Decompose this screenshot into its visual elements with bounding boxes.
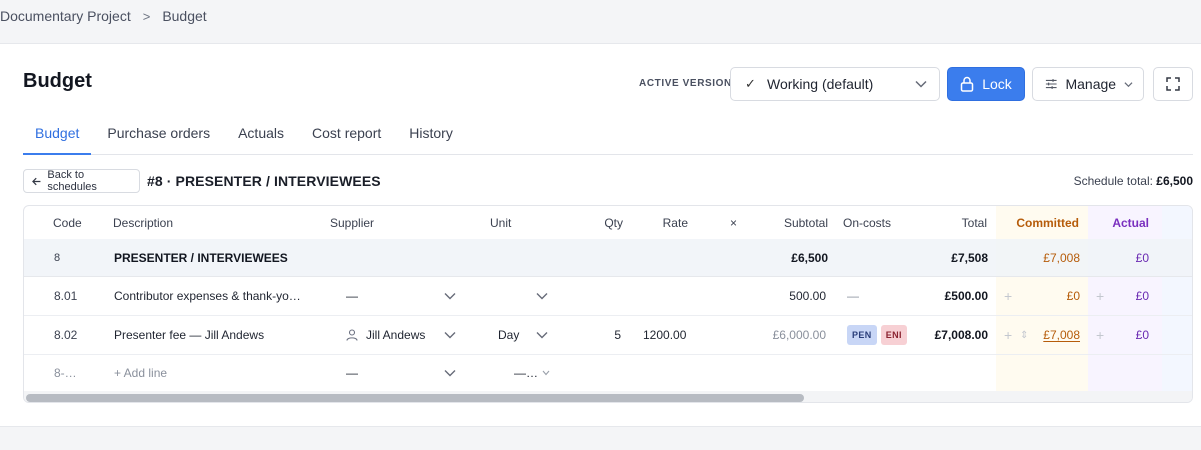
breadcrumb: Documentary Project > Budget	[0, 6, 207, 26]
row-actual: £0	[1135, 289, 1149, 303]
manage-button[interactable]: Manage	[1032, 67, 1144, 101]
tab-actuals[interactable]: Actuals	[226, 116, 296, 155]
row-code: 8.01	[54, 289, 78, 303]
lock-button[interactable]: Lock	[947, 67, 1025, 101]
row-code: 8.02	[54, 328, 78, 342]
col-header-actual[interactable]: Actual	[1088, 206, 1149, 239]
back-to-schedules-button[interactable]: Back to schedules	[23, 169, 140, 193]
scrollbar-thumb[interactable]	[26, 394, 804, 402]
add-line-code: 8-…	[54, 366, 77, 380]
chevron-down-icon[interactable]	[536, 277, 548, 315]
group-code: 8	[54, 251, 61, 264]
schedule-total-value: £6,500	[1156, 174, 1193, 188]
table-header: Code Description Supplier Unit Qty Rate …	[24, 206, 1192, 239]
schedule-total-label: Schedule total:	[1073, 174, 1153, 188]
tab-purchase-orders[interactable]: Purchase orders	[95, 116, 222, 155]
add-line-row[interactable]: 8-… + Add line — —…	[24, 355, 1192, 391]
col-header-unit[interactable]: Unit	[490, 206, 511, 239]
fullscreen-button[interactable]	[1153, 67, 1193, 101]
add-line-supplier[interactable]: —	[346, 355, 358, 391]
col-header-rate[interactable]: Rate	[644, 206, 688, 239]
budget-panel: Budget ACTIVE VERSION ✓ Working (default…	[0, 43, 1201, 427]
tab-cost-report[interactable]: Cost report	[300, 116, 393, 155]
col-header-oncosts[interactable]: On-costs	[843, 206, 891, 239]
col-header-total[interactable]: Total	[914, 206, 987, 239]
row-description[interactable]: Contributor expenses & thank-yo…	[114, 277, 314, 315]
arrow-left-icon	[32, 177, 41, 185]
active-version-caption: ACTIVE VERSION	[639, 78, 732, 89]
row-oncosts: —	[847, 289, 859, 303]
row-actual: £0	[1135, 328, 1149, 342]
chevron-down-icon	[915, 80, 927, 88]
chevron-down-icon[interactable]	[444, 277, 456, 315]
group-row[interactable]: 8 PRESENTER / INTERVIEWEES £6,500 £7,508…	[24, 239, 1192, 277]
group-description: PRESENTER / INTERVIEWEES	[114, 250, 288, 265]
add-line-unit[interactable]: —…	[514, 355, 538, 391]
chevron-right-icon: >	[142, 8, 151, 24]
chevron-down-icon[interactable]	[536, 316, 548, 354]
tab-history[interactable]: History	[397, 116, 465, 155]
row-qty[interactable]: 5	[584, 316, 621, 354]
group-committed: £7,008	[1043, 250, 1080, 265]
schedule-total: Schedule total: £6,500	[1074, 174, 1193, 188]
budget-table: Code Description Supplier Unit Qty Rate …	[23, 205, 1193, 403]
check-icon: ✓	[745, 76, 756, 91]
row-rate[interactable]: 1200.00	[643, 316, 686, 354]
row-committed: £0	[1066, 289, 1080, 303]
group-subtotal: £6,500	[791, 250, 828, 265]
table-row[interactable]: 8.02 Presenter fee — Jill Andews Jill An…	[24, 316, 1192, 355]
row-committed-value[interactable]: £7,008	[1043, 328, 1080, 342]
col-header-committed[interactable]: Committed	[996, 206, 1079, 239]
row-unit[interactable]: Day	[498, 316, 519, 354]
breadcrumb-project[interactable]: Documentary Project	[0, 8, 131, 24]
horizontal-scrollbar[interactable]	[24, 391, 1192, 402]
row-supplier[interactable]: Jill Andews	[366, 316, 425, 354]
fullscreen-icon	[1166, 77, 1180, 91]
tag-eni[interactable]: ENI	[880, 325, 907, 345]
tag-pen[interactable]: PEN	[847, 325, 877, 345]
row-committed[interactable]: £7,008	[996, 316, 1080, 354]
col-header-times: ×	[730, 215, 738, 230]
page-title: Budget	[23, 70, 92, 92]
oncost-tags: PEN ENI	[847, 316, 907, 354]
breadcrumb-current: Budget	[162, 8, 207, 24]
lock-icon	[960, 76, 974, 92]
col-header-supplier[interactable]: Supplier	[330, 206, 374, 239]
add-line-button[interactable]: + Add line	[114, 355, 167, 391]
row-supplier[interactable]: —	[346, 277, 358, 315]
row-subtotal: £6,000.00	[772, 328, 826, 342]
tab-budget[interactable]: Budget	[23, 116, 92, 155]
chevron-down-icon	[1124, 81, 1133, 87]
schedule-title: #8 · PRESENTER / INTERVIEWEES	[147, 173, 381, 189]
col-header-description[interactable]: Description	[113, 206, 173, 239]
version-select-value: Working (default)	[767, 76, 874, 92]
version-select[interactable]: ✓ Working (default)	[730, 67, 940, 101]
row-subtotal: 500.00	[789, 289, 826, 303]
group-actual: £0	[1135, 250, 1149, 265]
sliders-icon	[1045, 79, 1057, 89]
person-icon	[346, 316, 358, 354]
manage-button-label: Manage	[1065, 76, 1117, 92]
row-description[interactable]: Presenter fee — Jill Andews	[114, 316, 264, 354]
row-total: £7,008.00	[934, 328, 988, 342]
back-to-schedules-label: Back to schedules	[47, 169, 97, 193]
col-header-code[interactable]: Code	[53, 206, 82, 239]
chevron-down-icon[interactable]	[542, 355, 550, 391]
group-total: £7,508	[951, 250, 988, 265]
lock-button-label: Lock	[982, 76, 1012, 92]
table-row[interactable]: 8.01 Contributor expenses & thank-yo… — …	[24, 277, 1192, 316]
chevron-down-icon[interactable]	[444, 355, 456, 391]
row-total: £500.00	[944, 289, 988, 303]
col-header-subtotal[interactable]: Subtotal	[744, 206, 828, 239]
chevron-down-icon[interactable]	[444, 316, 456, 354]
tab-bar: Budget Purchase orders Actuals Cost repo…	[23, 116, 1193, 155]
col-header-qty[interactable]: Qty	[584, 206, 623, 239]
